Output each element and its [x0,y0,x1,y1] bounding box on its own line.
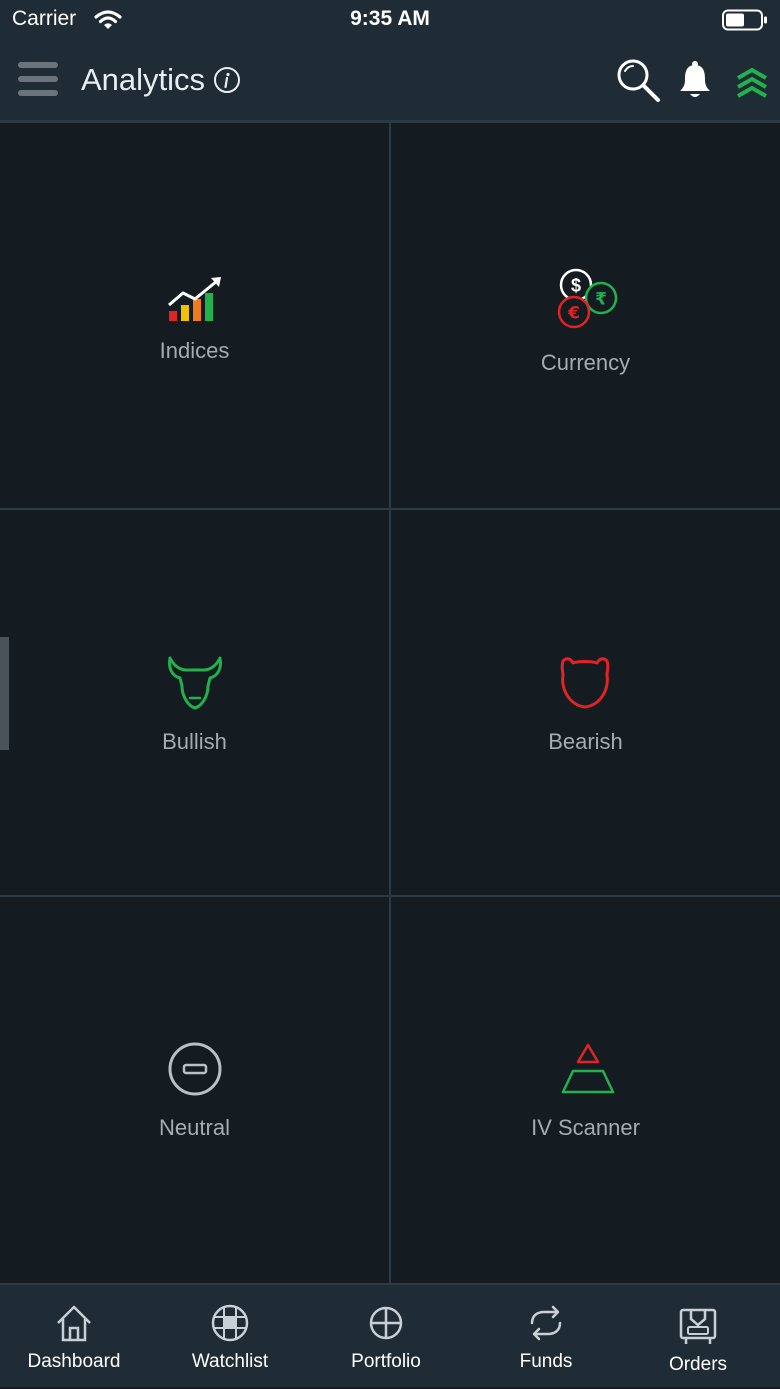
bear-icon [560,657,610,709]
tile-currency[interactable]: $ ₹ € Currency [391,123,780,508]
nav-label: Portfolio [351,1351,421,1372]
nav-watchlist[interactable]: Watchlist [152,1285,308,1389]
bottom-nav: Dashboard Watchlist Portfolio Funds Orde… [0,1283,780,1387]
neutral-minus-icon [168,1042,222,1096]
indices-chart-icon [168,277,221,321]
nav-orders[interactable]: Orders [620,1285,776,1389]
tile-label: IV Scanner [531,1115,640,1140]
clock-label: 9:35 AM [350,7,430,30]
bell-icon[interactable] [678,60,712,100]
tile-neutral[interactable]: Neutral [0,897,389,1282]
tile-bullish[interactable]: Bullish [0,510,389,895]
info-icon[interactable] [213,66,241,94]
tile-indices[interactable]: Indices [0,123,389,508]
home-icon [57,1305,91,1342]
svg-text:₹: ₹ [595,290,607,310]
search-icon[interactable] [614,56,662,104]
tile-bearish[interactable]: Bearish [391,510,780,895]
side-drawer-handle[interactable] [0,637,9,750]
globe-grid-icon [211,1304,249,1342]
crosshair-icon [369,1306,403,1340]
svg-text:€: € [567,304,580,324]
nav-label: Dashboard [27,1351,121,1372]
status-bar: Carrier 9:35 AM [0,0,780,40]
battery-icon [722,9,767,31]
svg-text:$: $ [571,276,581,296]
refresh-arrows-icon [530,1305,562,1341]
tile-label: Indices [159,338,230,363]
nav-label: Funds [519,1351,573,1372]
tile-label: Bullish [162,729,227,754]
nav-label: Orders [668,1354,728,1375]
pyramid-icon [561,1043,615,1094]
tile-label: Neutral [159,1115,230,1140]
hamburger-menu-icon[interactable] [18,60,58,98]
tile-iv-scanner[interactable]: IV Scanner [391,897,780,1282]
page-title: Analytics [81,62,206,97]
nav-dashboard[interactable]: Dashboard [0,1285,152,1389]
nav-funds[interactable]: Funds [468,1285,624,1389]
orders-tray-icon [679,1308,717,1344]
tile-label: Bearish [548,729,623,754]
analytics-grid: Indices $ ₹ € Currency Bullish Bearish N… [0,123,780,1283]
app-header: Analytics [0,40,780,120]
nav-label: Watchlist [191,1351,269,1372]
green-chevrons-icon[interactable] [736,68,768,98]
nav-portfolio[interactable]: Portfolio [308,1285,464,1389]
tile-label: Currency [540,350,631,375]
currency-coins-icon: $ ₹ € [557,268,618,329]
bull-icon [168,656,222,710]
